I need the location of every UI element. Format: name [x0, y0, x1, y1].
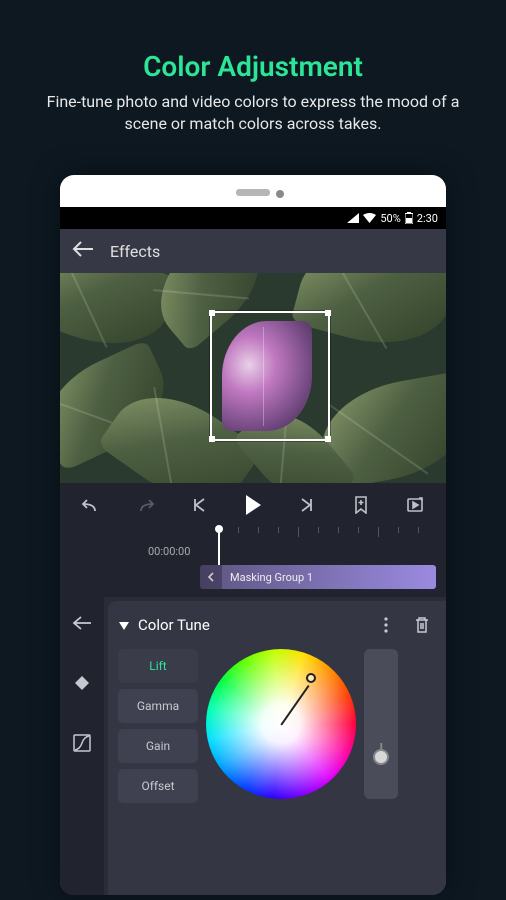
luma-handle[interactable] [373, 749, 389, 765]
promo-title: Color Adjustment [0, 0, 506, 83]
transport-bar [60, 483, 446, 527]
battery-icon [405, 212, 413, 224]
param-tabs: Lift Gamma Gain Offset [118, 649, 198, 895]
app-screen: 50% 2:30 Effects [60, 207, 446, 895]
timeline[interactable]: 00:00:00 Masking Group 1 [60, 527, 446, 597]
panel-header: Color Tune [118, 611, 436, 639]
delete-button[interactable] [408, 611, 436, 639]
export-button[interactable] [401, 491, 429, 519]
tab-lift[interactable]: Lift [118, 649, 198, 683]
wifi-icon [363, 213, 376, 223]
battery-percent: 50% [380, 212, 400, 225]
phone-camera [276, 190, 284, 198]
panel-collapse-icon[interactable] [118, 616, 130, 635]
curves-icon[interactable] [70, 731, 94, 755]
keyframe-icon[interactable] [70, 671, 94, 695]
more-options-button[interactable] [372, 611, 400, 639]
bookmark-add-button[interactable] [347, 491, 375, 519]
clip-collapse-button[interactable] [200, 565, 222, 589]
status-bar: 50% 2:30 [60, 207, 446, 229]
luma-slider[interactable] [364, 649, 398, 799]
clock: 2:30 [417, 212, 438, 225]
clip-label: Masking Group 1 [222, 571, 313, 584]
timeline-clip[interactable]: Masking Group 1 [200, 565, 436, 589]
tab-offset[interactable]: Offset [118, 769, 198, 803]
undo-button[interactable] [77, 491, 105, 519]
redo-button[interactable] [131, 491, 159, 519]
tab-gamma[interactable]: Gamma [118, 689, 198, 723]
play-button[interactable] [239, 491, 267, 519]
effects-panel: Color Tune Lift Gamma Gain Offset [60, 597, 446, 895]
timecode: 00:00:00 [148, 545, 190, 558]
phone-speaker [236, 189, 270, 196]
color-controls [206, 649, 436, 895]
playhead[interactable] [218, 527, 220, 567]
skip-end-button[interactable] [293, 491, 321, 519]
color-wheel[interactable] [206, 649, 356, 799]
masked-leaf [222, 321, 312, 431]
panel-back-button[interactable] [70, 611, 94, 635]
panel-body: Lift Gamma Gain Offset [118, 649, 436, 895]
header-title: Effects [110, 242, 160, 261]
promo-subtitle: Fine-tune photo and video colors to expr… [0, 83, 506, 136]
mask-rectangle[interactable] [210, 311, 330, 441]
skip-start-button[interactable] [185, 491, 213, 519]
tab-gain[interactable]: Gain [118, 729, 198, 763]
back-icon[interactable] [72, 240, 94, 262]
video-preview[interactable] [60, 273, 446, 483]
color-tune-panel: Color Tune Lift Gamma Gain Offset [108, 601, 446, 895]
wheel-vector [280, 685, 309, 725]
wheel-marker[interactable] [306, 673, 316, 683]
app-header: Effects [60, 229, 446, 273]
panel-sidebar [60, 597, 104, 895]
phone-frame: 50% 2:30 Effects [60, 175, 446, 895]
cell-signal-icon [347, 213, 359, 223]
panel-title: Color Tune [138, 616, 364, 634]
